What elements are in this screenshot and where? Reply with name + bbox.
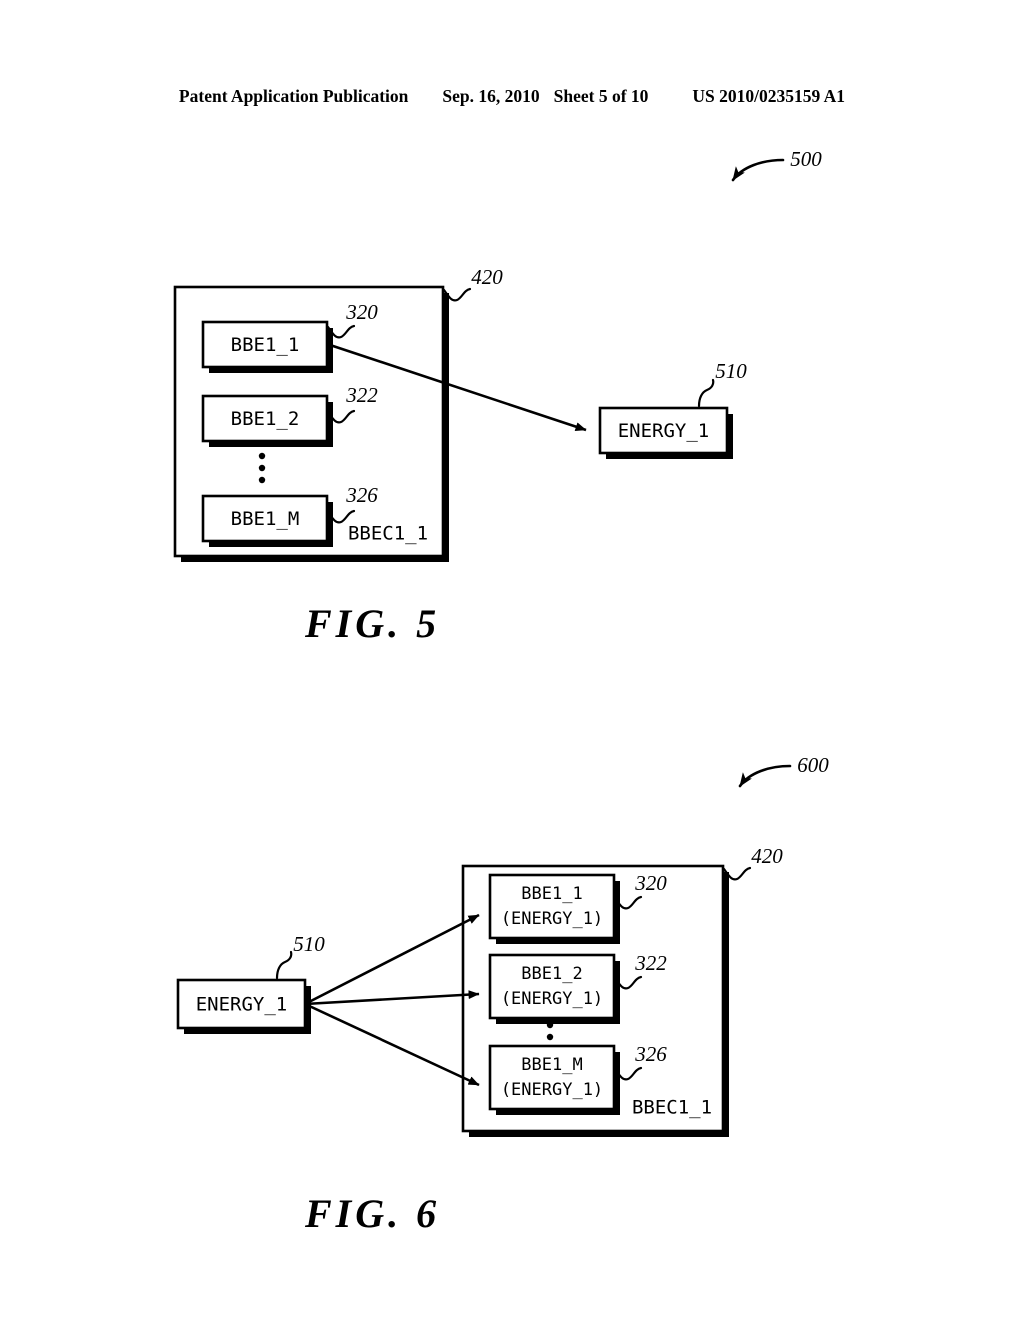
block-label-bbe1-1: BBE1_1 xyxy=(231,334,300,356)
block-sublabel-bbe1-1: (ENERGY_1) xyxy=(501,909,603,929)
ref-label-326: 326 xyxy=(345,483,378,507)
leader-line-510 xyxy=(275,950,293,980)
ellipsis-dot xyxy=(258,452,266,460)
leader-line-326 xyxy=(613,1066,643,1081)
leader-line-322 xyxy=(613,975,643,990)
block-bbe1-1 xyxy=(201,320,329,369)
leader-line-320 xyxy=(613,895,643,910)
block-label-bbe1-2: BBE1_2 xyxy=(231,408,300,430)
header-publication: Patent Application Publication xyxy=(178,86,409,106)
ellipsis-dot xyxy=(546,1045,554,1053)
figure-6-caption: FIG. 6 xyxy=(305,1191,441,1236)
leader-line-320 xyxy=(326,324,356,339)
block-shadow-320 xyxy=(209,328,333,373)
block-bbe1-m xyxy=(488,1044,616,1111)
ellipsis-dot xyxy=(258,476,266,484)
block-label-bbe1-1: BBE1_1 xyxy=(521,884,582,904)
energy-label-energy-1: ENERGY_1 xyxy=(196,994,288,1016)
connector-block-to-energy xyxy=(326,342,587,432)
header-sheet: Sheet 5 of 10 xyxy=(553,86,649,106)
ref-label-320: 320 xyxy=(345,300,378,324)
block-shadow-326 xyxy=(496,1052,620,1115)
figure-6-drawing: 600 420 ENERGY_1 510 BBE1_1 (ENERGY_1) 3… xyxy=(176,753,829,1137)
header-patent-number: US 2010/0235159 A1 xyxy=(692,86,846,106)
ref-label-510: 510 xyxy=(715,359,747,383)
energy-label-energy-1: ENERGY_1 xyxy=(618,420,710,442)
header-date: Sep. 16, 2010 xyxy=(442,86,540,106)
leader-line-510 xyxy=(697,378,715,408)
energy-box-energy-1 xyxy=(598,406,729,455)
leader-line-322 xyxy=(326,409,356,424)
leader-line-326 xyxy=(326,509,356,524)
block-shadow-326 xyxy=(209,502,333,547)
patent-page-header: Patent Application Publication Sep. 16, … xyxy=(0,86,1024,114)
block-label-bbe1-2: BBE1_2 xyxy=(521,964,582,984)
figure-5-caption: FIG. 5 xyxy=(305,601,441,646)
ref-label-322: 322 xyxy=(345,383,378,407)
block-sublabel-bbe1-2: (ENERGY_1) xyxy=(501,989,603,1009)
leader-line-420 xyxy=(442,287,472,302)
ref-label-510: 510 xyxy=(293,932,325,956)
container-shadow xyxy=(469,872,729,1137)
block-shadow-320 xyxy=(496,881,620,944)
block-label-bbe1-m: BBE1_M xyxy=(521,1055,582,1075)
container-label-bbec1-1: BBEC1_1 xyxy=(632,1097,712,1119)
block-bbe1-m xyxy=(201,494,329,543)
callout-arrow-600 xyxy=(738,764,792,788)
ref-label-420: 420 xyxy=(751,844,783,868)
container-shadow xyxy=(181,293,449,562)
block-bbe1-1 xyxy=(488,873,616,940)
block-bbe1-2 xyxy=(201,394,329,443)
ellipsis-dot xyxy=(258,464,266,472)
ref-label-326: 326 xyxy=(634,1042,667,1066)
callout-label-600: 600 xyxy=(797,753,829,777)
ellipsis-dot xyxy=(546,1021,554,1029)
energy-box-energy-1 xyxy=(176,978,307,1030)
energy-shadow-510 xyxy=(184,986,311,1034)
block-bbe1-2 xyxy=(488,953,616,1020)
figure-5-drawing: 500 420 BBE1_1 320 BBE1_2 322 BBE1_M 326… xyxy=(173,147,822,562)
container-label-bbec1-1: BBEC1_1 xyxy=(348,523,428,545)
callout-arrow-500 xyxy=(731,158,785,182)
container-bbec1-1 xyxy=(173,285,445,558)
connector-energy-to-block-2 xyxy=(304,990,480,1006)
connector-energy-to-block-1 xyxy=(304,913,480,1006)
connector-energy-to-block-3 xyxy=(304,1002,480,1087)
ellipsis-dot xyxy=(546,1033,554,1041)
block-shadow-322 xyxy=(496,961,620,1024)
block-label-bbe1-m: BBE1_M xyxy=(231,508,300,530)
leader-line-420 xyxy=(722,866,752,881)
callout-label-500: 500 xyxy=(790,147,822,171)
container-bbec1-1 xyxy=(461,864,725,1133)
block-sublabel-bbe1-m: (ENERGY_1) xyxy=(501,1080,603,1100)
energy-shadow-510 xyxy=(606,414,733,459)
ref-label-320: 320 xyxy=(634,871,667,895)
ref-label-420: 420 xyxy=(471,265,503,289)
ref-label-322: 322 xyxy=(634,951,667,975)
patent-drawing-page: Patent Application Publication Sep. 16, … xyxy=(0,0,1024,1320)
block-shadow-322 xyxy=(209,402,333,447)
